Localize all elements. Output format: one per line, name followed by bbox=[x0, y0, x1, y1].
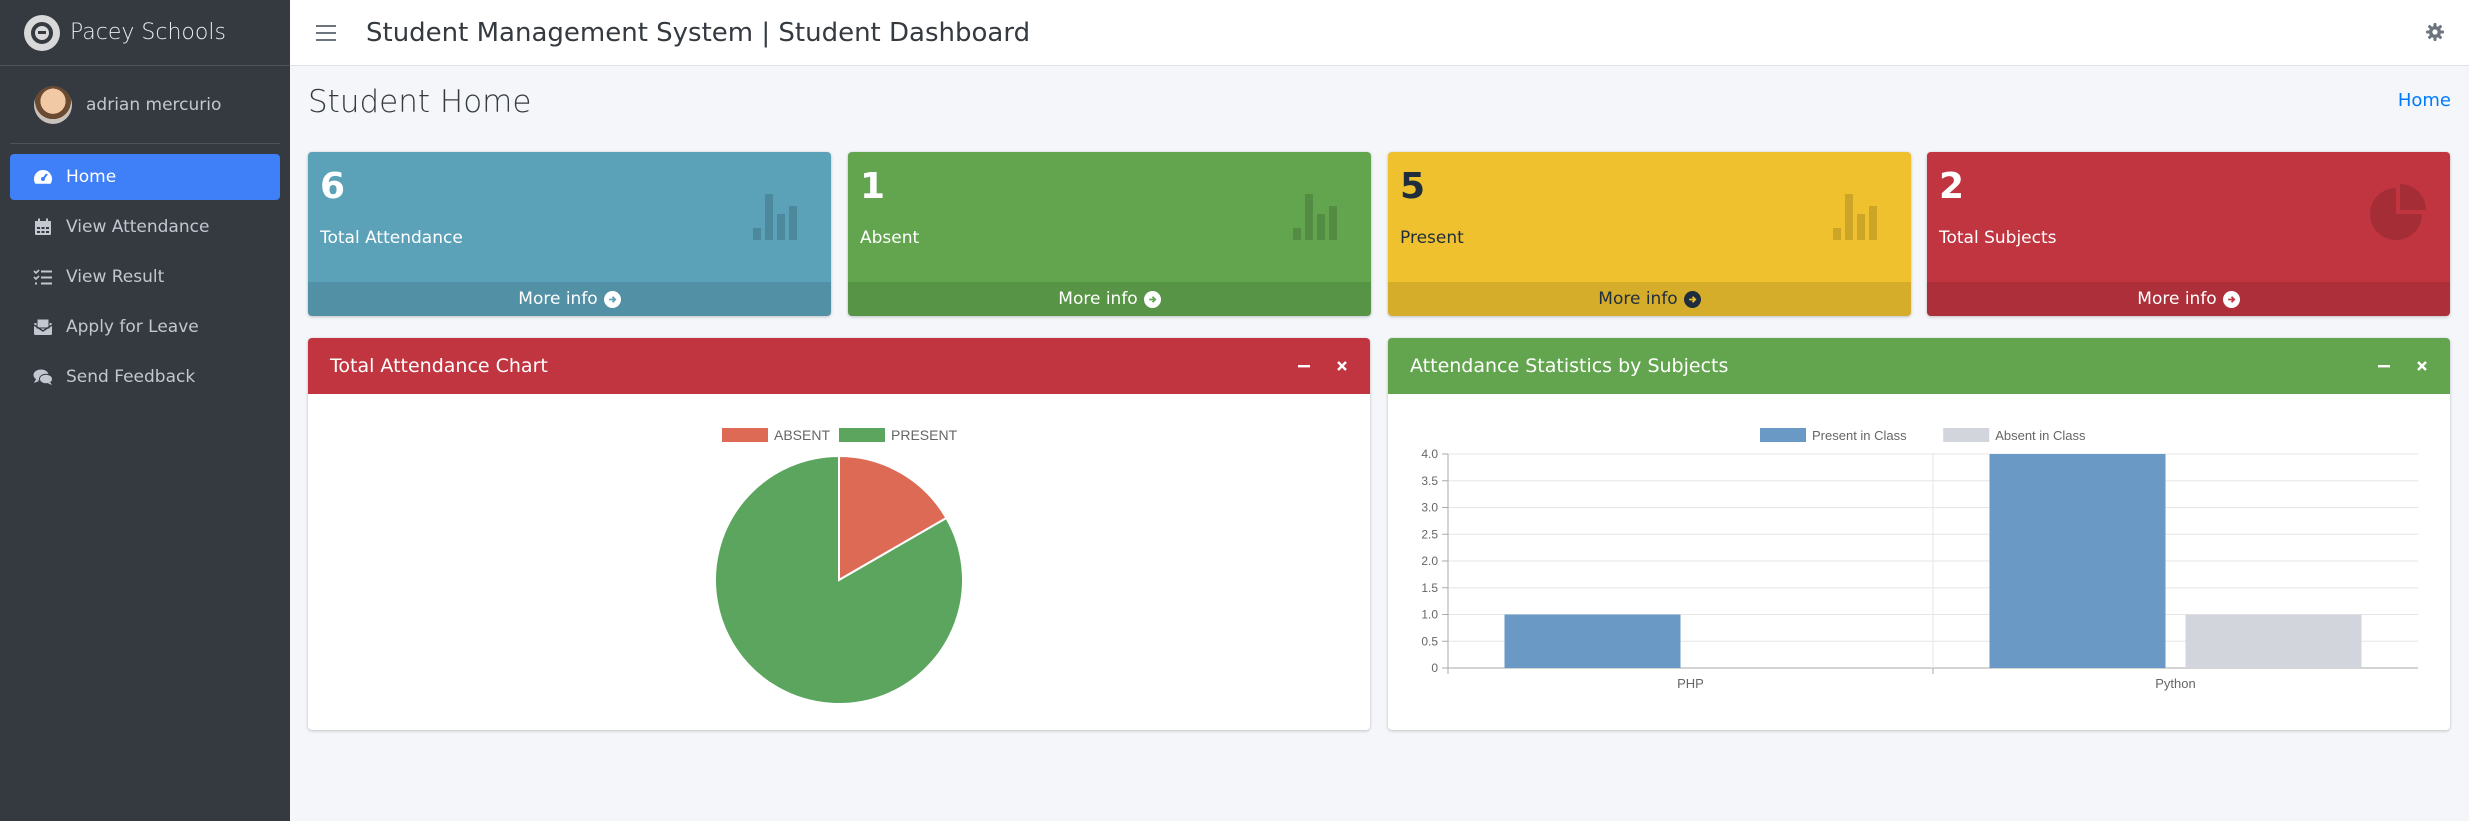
subject-stats-card: Attendance Statistics by Subjects Presen… bbox=[1388, 338, 2450, 730]
arrow-circle-right-icon bbox=[1683, 290, 1701, 308]
card-body: Present in Class Absent in Class 0 0.5 1.0 1.… bbox=[1388, 394, 2450, 730]
collapse-minus-icon[interactable] bbox=[1294, 356, 1314, 376]
stat-box-present: 5 Present More info bbox=[1388, 152, 1911, 316]
sidebar-item-label: Send Feedback bbox=[66, 367, 196, 387]
y-tick-label: 1.5 bbox=[1421, 581, 1438, 595]
card-tools bbox=[2356, 356, 2432, 376]
legend-label[interactable]: Present in Class bbox=[1812, 428, 1907, 443]
user-panel[interactable]: adrian mercurio bbox=[10, 66, 280, 144]
avatar bbox=[34, 85, 72, 124]
card-header: Attendance Statistics by Subjects bbox=[1388, 338, 2450, 394]
breadcrumb-home[interactable]: Home bbox=[2398, 90, 2451, 111]
more-info-label: More info bbox=[1598, 289, 1678, 309]
list-check-icon bbox=[32, 268, 54, 286]
hamburger-menu-icon[interactable] bbox=[316, 24, 336, 41]
y-tick-label: 3.0 bbox=[1421, 501, 1438, 515]
more-info-link[interactable]: More info bbox=[308, 282, 831, 316]
sidebar-item-label: Apply for Leave bbox=[66, 317, 199, 337]
stat-value: 6 bbox=[320, 166, 346, 207]
y-tick-label: 4.0 bbox=[1421, 447, 1438, 461]
stat-value: 1 bbox=[860, 166, 886, 207]
sidebar: Pacey Schools adrian mercurio Home View … bbox=[0, 0, 290, 821]
more-info-label: More info bbox=[1058, 289, 1138, 309]
legend-swatch[interactable] bbox=[1760, 428, 1806, 442]
page-title: Student Home bbox=[308, 84, 532, 120]
y-tick-label: 2.5 bbox=[1421, 527, 1438, 541]
more-info-link[interactable]: More info bbox=[848, 282, 1371, 316]
x-tick-label: PHP bbox=[1677, 676, 1704, 691]
sidebar-item-view-attendance[interactable]: View Attendance bbox=[10, 204, 280, 250]
y-tick-label: 3.5 bbox=[1421, 474, 1438, 488]
arrow-circle-right-icon bbox=[1143, 290, 1161, 308]
card-title: Total Attendance Chart bbox=[330, 355, 548, 377]
collapse-minus-icon[interactable] bbox=[2374, 356, 2394, 376]
bar-chart-icon bbox=[1833, 194, 1877, 240]
legend-label[interactable]: ABSENT bbox=[774, 427, 830, 443]
stat-label: Total Attendance bbox=[320, 228, 463, 248]
sidebar-nav: Home View Attendance View Result Apply f… bbox=[0, 144, 290, 414]
close-icon[interactable] bbox=[2412, 356, 2432, 376]
close-icon[interactable] bbox=[1332, 356, 1352, 376]
comments-icon bbox=[32, 368, 54, 386]
legend-swatch[interactable] bbox=[722, 428, 768, 442]
tachometer-icon bbox=[32, 168, 54, 186]
envelope-open-icon bbox=[32, 318, 54, 336]
brand-name: Pacey Schools bbox=[70, 20, 226, 45]
stat-box-total-subjects: 2 Total Subjects More info bbox=[1927, 152, 2450, 316]
sidebar-item-apply-for-leave[interactable]: Apply for Leave bbox=[10, 304, 280, 350]
stat-label: Absent bbox=[860, 228, 920, 248]
pie-chart-icon bbox=[2370, 184, 2426, 240]
card-header: Total Attendance Chart bbox=[308, 338, 1370, 394]
stat-label: Total Subjects bbox=[1939, 228, 2057, 248]
brand-logo-icon bbox=[24, 14, 60, 51]
sidebar-item-label: View Result bbox=[66, 267, 165, 287]
sidebar-item-home[interactable]: Home bbox=[10, 154, 280, 200]
bar-python-absent[interactable] bbox=[2185, 614, 2362, 669]
legend-swatch[interactable] bbox=[1943, 428, 1990, 442]
top-navbar: Student Management System | Student Dash… bbox=[290, 0, 2469, 66]
y-tick-label: 0.5 bbox=[1421, 634, 1438, 648]
brand[interactable]: Pacey Schools bbox=[0, 0, 290, 66]
stat-box-total-attendance: 6 Total Attendance More info bbox=[308, 152, 831, 316]
sidebar-item-view-result[interactable]: View Result bbox=[10, 254, 280, 300]
sidebar-item-label: Home bbox=[66, 167, 117, 187]
user-name: adrian mercurio bbox=[86, 94, 222, 115]
stat-value: 5 bbox=[1400, 166, 1426, 207]
calendar-icon bbox=[32, 218, 54, 236]
y-tick-label: 1.0 bbox=[1421, 608, 1438, 622]
more-info-label: More info bbox=[518, 289, 598, 309]
gear-icon[interactable] bbox=[2425, 22, 2445, 42]
card-tools bbox=[1276, 356, 1352, 376]
subject-bar-chart: Present in Class Absent in Class 0 0.5 1.0 1.… bbox=[1421, 428, 2418, 691]
more-info-label: More info bbox=[2137, 289, 2217, 309]
bar-chart-icon bbox=[1293, 194, 1337, 240]
bar-php-present[interactable] bbox=[1504, 614, 1681, 669]
arrow-circle-right-icon bbox=[2222, 290, 2240, 308]
card-title: Attendance Statistics by Subjects bbox=[1410, 355, 1729, 377]
legend-label[interactable]: Absent in Class bbox=[1995, 428, 2086, 443]
y-tick-label: 2.0 bbox=[1421, 554, 1438, 568]
main-content: Student Home Home 6 Total Attendance Mor… bbox=[290, 66, 2469, 821]
attendance-pie-chart: ABSENT PRESENT bbox=[714, 427, 964, 705]
legend-label[interactable]: PRESENT bbox=[891, 427, 958, 443]
sidebar-item-send-feedback[interactable]: Send Feedback bbox=[10, 354, 280, 400]
app-title: Student Management System | Student Dash… bbox=[366, 17, 1031, 48]
bar-chart-icon bbox=[753, 194, 797, 240]
sidebar-item-label: View Attendance bbox=[66, 217, 210, 237]
bar-python-present[interactable] bbox=[1989, 454, 2166, 668]
stat-box-absent: 1 Absent More info bbox=[848, 152, 1371, 316]
x-tick-label: Python bbox=[2155, 676, 2195, 691]
more-info-link[interactable]: More info bbox=[1388, 282, 1911, 316]
stat-value: 2 bbox=[1939, 166, 1965, 207]
arrow-circle-right-icon bbox=[603, 290, 621, 308]
attendance-chart-card: Total Attendance Chart ABSENT PRESENT bbox=[308, 338, 1370, 730]
stat-label: Present bbox=[1400, 228, 1464, 248]
legend-swatch[interactable] bbox=[839, 428, 885, 442]
more-info-link[interactable]: More info bbox=[1927, 282, 2450, 316]
card-body: ABSENT PRESENT bbox=[308, 394, 1370, 730]
y-tick-label: 0 bbox=[1431, 661, 1438, 675]
